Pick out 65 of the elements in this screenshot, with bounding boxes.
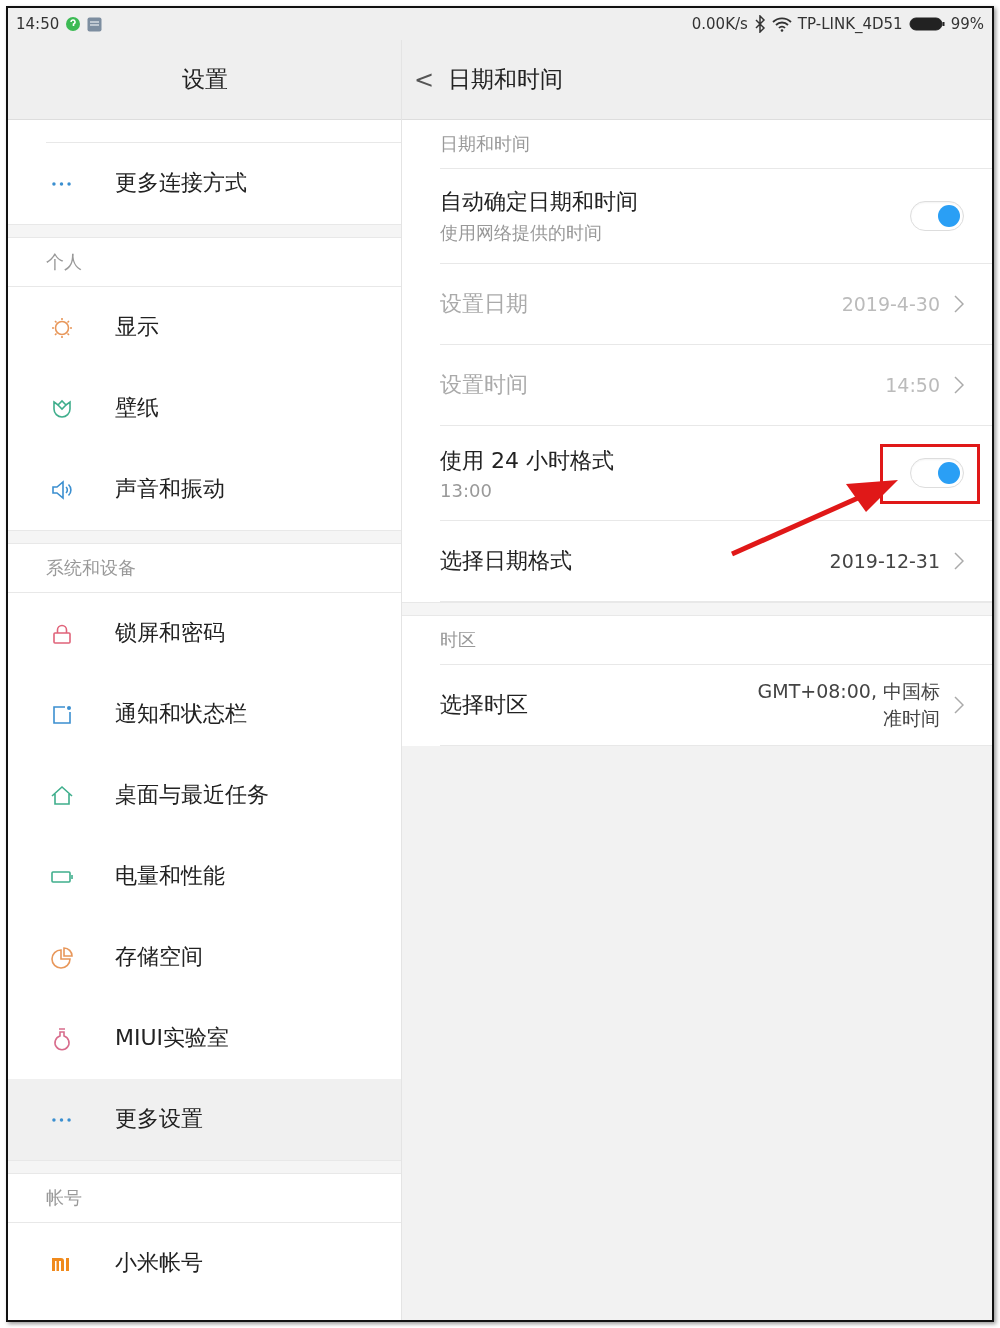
setting-value: 准时间	[883, 706, 940, 731]
bluetooth-icon	[753, 15, 766, 33]
setting-title: 自动确定日期和时间	[440, 188, 639, 216]
setting-value: GMT+08:00, 中国标	[757, 679, 940, 705]
chevron-right-icon	[954, 295, 964, 313]
section-header: 系统和设备	[8, 544, 401, 593]
item-label: 声音和振动	[115, 475, 225, 503]
section-header: 日期和时间	[440, 132, 530, 156]
wifi-icon	[771, 16, 792, 32]
settings-item[interactable]: 电量和性能	[8, 836, 401, 917]
network-speed: 0.00K/s	[691, 15, 748, 33]
item-label: 显示	[115, 313, 159, 341]
item-label: 更多连接方式	[115, 169, 247, 197]
pie-chart-icon	[49, 945, 74, 970]
settings-item[interactable]: 存储空间	[8, 917, 401, 998]
setting-title: 选择时区	[440, 691, 529, 719]
settings-item[interactable]: 通知和状态栏	[8, 674, 401, 755]
item-label: 小米帐号	[115, 1249, 203, 1277]
settings-item[interactable]: 壁纸	[8, 368, 401, 449]
toggle-switch[interactable]	[910, 458, 964, 488]
section-header: 个人	[8, 238, 401, 287]
chevron-right-icon	[954, 696, 964, 714]
chevron-right-icon	[954, 552, 964, 570]
section-header: 时区	[440, 628, 476, 652]
settings-item[interactable]: MIUI实验室	[8, 998, 401, 1079]
page-title: 日期和时间	[448, 65, 564, 94]
settings-item[interactable]: 桌面与最近任务	[8, 755, 401, 836]
toggle-switch[interactable]	[910, 201, 964, 231]
more-icon	[52, 1117, 71, 1122]
setting-subtitle: 使用网络提供的时间	[440, 221, 603, 245]
item-label: 壁纸	[115, 394, 159, 422]
wifi-name: TP-LINK_4D51	[797, 15, 903, 33]
setting-title: 设置时间	[440, 371, 529, 399]
item-label: 通知和状态栏	[115, 700, 247, 728]
help-notification-icon	[65, 16, 82, 32]
item-label: 更多设置	[115, 1105, 203, 1133]
battery-icon	[908, 17, 945, 31]
settings-item[interactable]: 更多连接方式	[8, 143, 401, 224]
item-label: 桌面与最近任务	[115, 781, 269, 809]
setting-value: 14:50	[885, 372, 940, 398]
sun-icon	[49, 315, 74, 340]
setting-title: 选择日期格式	[440, 547, 573, 575]
app-notification-icon	[87, 16, 103, 32]
settings-item[interactable]: 声音和振动	[8, 449, 401, 530]
item-label: 电量和性能	[115, 862, 225, 890]
back-button[interactable]: <	[402, 65, 449, 94]
setting-subtitle: 13:00	[440, 479, 493, 501]
home-icon	[49, 783, 74, 808]
settings-item[interactable]: 小米帐号	[8, 1223, 401, 1304]
setting-title: 设置日期	[440, 290, 529, 318]
item-label: 锁屏和密码	[115, 619, 225, 647]
section-header: 帐号	[8, 1174, 401, 1223]
status-time: 14:50	[16, 15, 60, 33]
setting-value: 2019-12-31	[829, 548, 940, 574]
settings-item[interactable]: 显示	[8, 287, 401, 368]
more-icon	[52, 181, 71, 186]
settings-item[interactable]: 更多设置	[8, 1079, 401, 1160]
settings-item[interactable]: 锁屏和密码	[8, 593, 401, 674]
sidebar-title: 设置	[180, 65, 229, 94]
setting-value: 2019-4-30	[841, 291, 940, 317]
setting-title: 使用 24 小时格式	[440, 446, 615, 475]
item-label: MIUI实验室	[115, 1024, 230, 1052]
item-label: 存储空间	[115, 943, 203, 971]
battery-percent: 99%	[950, 15, 984, 33]
chevron-right-icon	[954, 376, 964, 394]
